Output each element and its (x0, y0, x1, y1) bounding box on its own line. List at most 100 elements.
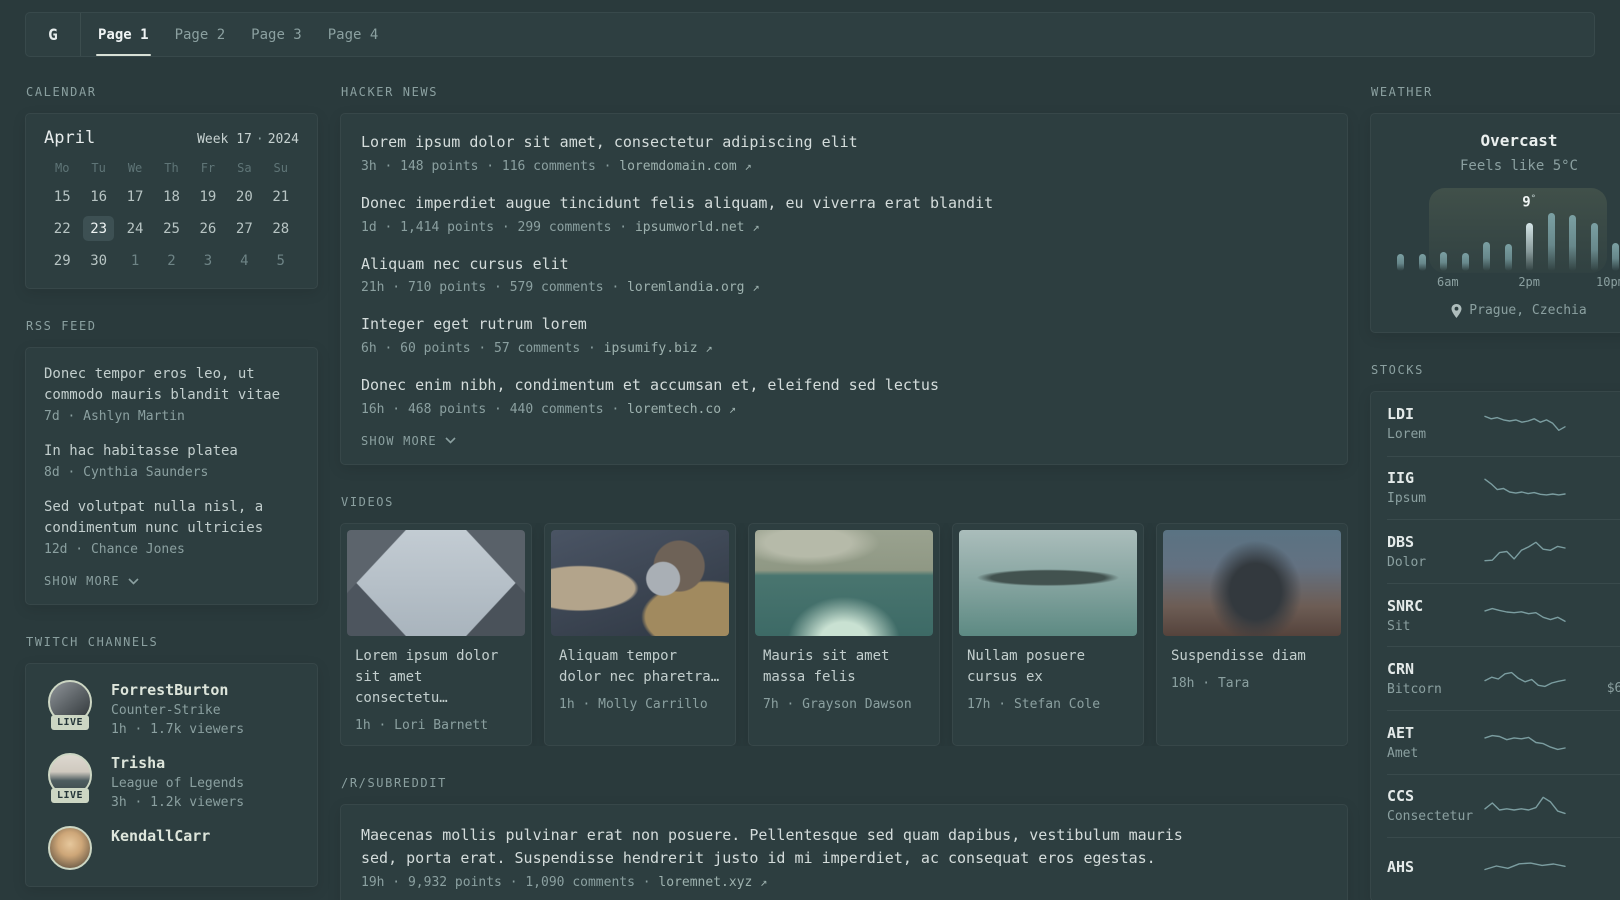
rss-item-title[interactable]: In hac habitasse platea (44, 441, 299, 462)
channel-name[interactable]: Trisha (111, 753, 244, 772)
hackernews-widget: HACKER NEWS Lorem ipsum dolor sit amet, … (340, 85, 1348, 465)
video-thumbnail (551, 529, 729, 636)
stock-row[interactable]: SNRC Sit +1.36% $148.64 (1387, 582, 1620, 647)
hn-show-more-button[interactable]: SHOW MORE (361, 434, 1327, 448)
weather-feels-like: Feels like 5°C (1459, 158, 1578, 174)
stock-row[interactable]: CRN Bitcorn -1.00% $66,171.48 (1387, 646, 1620, 710)
live-badge: LIVE (50, 715, 90, 730)
post-domain[interactable]: loremnet.xyz (658, 875, 752, 890)
stock-row[interactable]: AET Amet +0.92% $499.72 (1387, 709, 1620, 774)
video-title[interactable]: Nullam posuere cursus ex (959, 646, 1137, 688)
calendar-day: 2 (167, 252, 176, 269)
show-more-label: SHOW MORE (361, 433, 437, 448)
weather-bar (1526, 223, 1534, 271)
channel-category[interactable]: League of Legends (111, 776, 244, 791)
video-card[interactable]: Aliquam tempor dolor nec pharetra… 1h · … (544, 522, 736, 746)
weather-condition: Overcast (1480, 131, 1558, 150)
channel-name[interactable]: KendallCarr (111, 826, 210, 845)
twitch-channel[interactable]: LIVE ForrestBurton Counter-Strike 1h · 1… (44, 680, 299, 737)
stock-change: +2.84% (1567, 470, 1620, 486)
stocks-section-title: STOCKS (1371, 363, 1424, 377)
video-title[interactable]: Aliquam tempor dolor nec pharetra… (551, 646, 729, 688)
weather-location[interactable]: Prague, Czechia (1389, 303, 1620, 318)
tab-page-4[interactable]: Page 4 (315, 13, 392, 56)
rss-item-title[interactable]: Sed volutpat nulla nisl, a condimentum n… (44, 497, 299, 539)
rss-show-more-button[interactable]: SHOW MORE (44, 574, 299, 588)
stock-row[interactable]: DBS Dolor +1.42% $156.28 (1387, 519, 1620, 583)
calendar-day: 20 (235, 188, 253, 205)
avatar (48, 826, 92, 870)
video-thumbnail (959, 529, 1137, 636)
channel-category[interactable]: Counter-Strike (111, 703, 244, 718)
video-meta: 17h · Stefan Cole (967, 696, 1101, 712)
stock-ticker[interactable]: DBS (1387, 533, 1483, 551)
hn-item-meta: 1d · 1,414 points · 299 comments · ipsum… (361, 220, 1327, 235)
stock-row[interactable]: AHS +0.46% (1387, 837, 1620, 900)
calendar-day-header: Fr (200, 161, 216, 175)
stock-row[interactable]: CCS Consectetur +0.51% $165.84 (1387, 773, 1620, 838)
calendar-day: 19 (199, 188, 217, 205)
weather-bars (1397, 213, 1620, 271)
channel-viewers: 3h · 1.2k viewers (111, 795, 245, 810)
stock-change: +1.36% (1567, 598, 1620, 614)
video-title[interactable]: Lorem ipsum dolor sit amet consectetu… (347, 646, 525, 709)
hn-item-title[interactable]: Integer eget rutrum lorem (361, 314, 1327, 336)
channel-name[interactable]: ForrestBurton (111, 680, 244, 699)
hn-item-domain[interactable]: loremdomain.com (619, 159, 736, 174)
video-card[interactable]: Suspendisse diam 18h · Tara (1156, 522, 1348, 746)
stock-ticker[interactable]: LDI (1387, 405, 1483, 423)
weather-bar (1612, 243, 1620, 271)
stock-price: $148.64 (1567, 618, 1620, 633)
stock-ticker[interactable]: AHS (1387, 858, 1483, 876)
rss-item-title[interactable]: Donec tempor eros leo, ut commodo mauris… (44, 364, 299, 406)
tab-page-1[interactable]: Page 1 (85, 13, 162, 56)
stock-change: +0.92% (1567, 725, 1620, 741)
stock-row[interactable]: IIG Ipsum +2.84% $42.04 (1387, 455, 1620, 520)
stock-sparkline (1483, 600, 1567, 630)
hn-item-meta: 6h · 60 points · 57 comments · ipsumify.… (361, 341, 1327, 356)
rss-card: Donec tempor eros leo, ut commodo mauris… (25, 347, 318, 605)
stock-name: Dolor (1387, 554, 1427, 570)
stock-ticker[interactable]: CCS (1387, 787, 1483, 805)
hn-item-title[interactable]: Donec enim nibh, condimentum et accumsan… (361, 375, 1327, 397)
stock-price: $165.84 (1567, 808, 1620, 823)
hn-item-title[interactable]: Aliquam nec cursus elit (361, 254, 1327, 276)
hn-item-domain[interactable]: loremtech.co (627, 402, 721, 417)
stock-ticker[interactable]: CRN (1387, 660, 1483, 678)
video-card[interactable]: Nullam posuere cursus ex 17h · Stefan Co… (952, 522, 1144, 746)
twitch-channel[interactable]: KendallCarr (44, 826, 299, 870)
subreddit-card: Maecenas mollis pulvinar erat non posuer… (340, 803, 1348, 900)
hn-item-title[interactable]: Lorem ipsum dolor sit amet, consectetur … (361, 132, 1327, 154)
post-title[interactable]: Maecenas mollis pulvinar erat non posuer… (361, 824, 1221, 871)
hn-item: Aliquam nec cursus elit 21h · 710 points… (361, 254, 1327, 296)
video-title[interactable]: Mauris sit amet massa felis (755, 646, 933, 688)
app-logo[interactable]: G (26, 13, 81, 56)
stock-ticker[interactable]: AET (1387, 724, 1483, 742)
calendar-grid: Mo Tu We Th Fr Sa Su 15 16 17 18 19 20 21 22 23 24 25 26 27… (44, 159, 299, 273)
hn-item-domain[interactable]: ipsumworld.net (635, 220, 745, 235)
tab-page-2[interactable]: Page 2 (162, 13, 239, 56)
weather-location-text: Prague, Czechia (1469, 303, 1587, 318)
stock-ticker[interactable]: SNRC (1387, 597, 1483, 615)
hn-item-title[interactable]: Donec imperdiet augue tincidunt felis al… (361, 193, 1327, 215)
stock-row[interactable]: LDI Lorem +4.35% $795.18 (1387, 392, 1620, 456)
weather-bar (1590, 223, 1598, 271)
tab-page-3[interactable]: Page 3 (238, 13, 315, 56)
stock-sparkline (1483, 664, 1567, 694)
avatar-wrap (44, 826, 96, 870)
video-card[interactable]: Mauris sit amet massa felis 7h · Grayson… (748, 522, 940, 746)
stock-sparkline (1483, 409, 1567, 439)
weather-bar (1504, 244, 1512, 271)
stock-name: Bitcorn (1387, 682, 1442, 698)
rss-item: In hac habitasse platea 8d · Cynthia Sau… (44, 441, 299, 480)
twitch-channel[interactable]: LIVE Trisha League of Legends 3h · 1.2k … (44, 753, 299, 810)
video-title[interactable]: Suspendisse diam (1163, 646, 1341, 667)
videos-carousel[interactable]: Lorem ipsum dolor sit amet consectetu… 1… (340, 522, 1348, 746)
stock-change: +0.46% (1567, 859, 1620, 875)
stock-ticker[interactable]: IIG (1387, 469, 1483, 487)
video-card[interactable]: Lorem ipsum dolor sit amet consectetu… 1… (340, 522, 532, 746)
rss-item: Sed volutpat nulla nisl, a condimentum n… (44, 497, 299, 557)
channel-info: ForrestBurton Counter-Strike 1h · 1.7k v… (111, 680, 244, 737)
hn-item-domain[interactable]: loremlandia.org (627, 280, 744, 295)
hn-item-domain[interactable]: ipsumify.biz (604, 341, 698, 356)
